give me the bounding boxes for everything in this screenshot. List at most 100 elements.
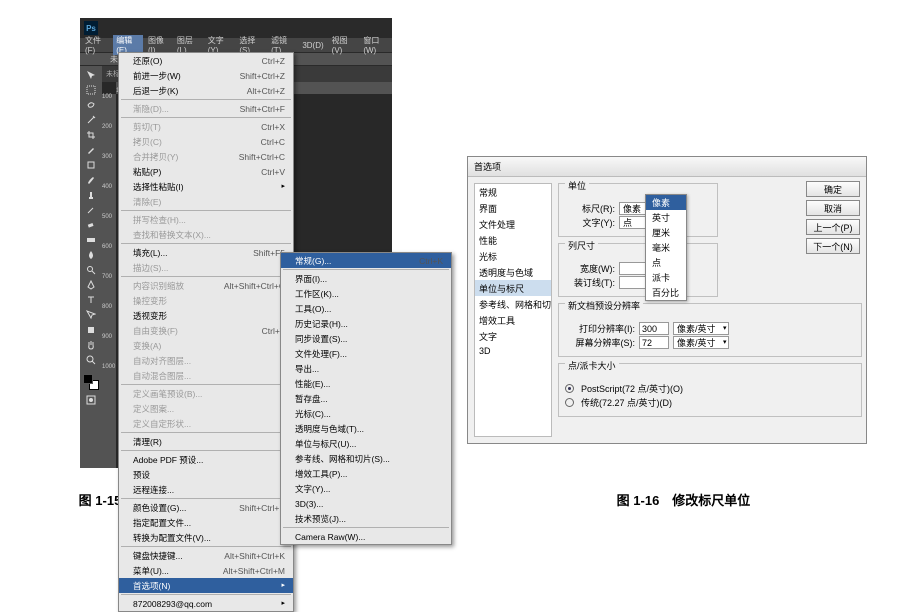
submenu-item[interactable]: 工具(O)... [281,301,451,316]
menu-item[interactable]: 定义图案... [119,401,293,416]
pica-opt-postscript[interactable]: PostScript(72 点/英寸)(O) [565,382,855,395]
menu-item[interactable]: 查找和替换文本(X)... [119,227,293,242]
menu-file[interactable]: 文件(F) [82,35,111,55]
lasso-tool-icon[interactable] [82,98,100,112]
menu-item[interactable]: 清除(E) [119,194,293,209]
pref-side-item[interactable]: 性能 [475,232,551,248]
menu-item[interactable]: 定义自定形状... [119,416,293,431]
marquee-tool-icon[interactable] [82,83,100,97]
brush-tool-icon[interactable] [82,173,100,187]
menu-item[interactable]: 粘贴(P)Ctrl+V [119,164,293,179]
menu-item[interactable]: 自动对齐图层... [119,353,293,368]
menu-item[interactable]: 透视变形 [119,308,293,323]
submenu-item[interactable]: 性能(E)... [281,376,451,391]
menu-item[interactable]: 首选项(N) [119,578,293,593]
pref-side-item[interactable]: 单位与标尺 [475,280,551,296]
pref-side-item[interactable]: 增效工具 [475,312,551,328]
move-tool-icon[interactable] [82,68,100,82]
color-swatch-icon[interactable] [82,372,100,392]
eyedropper-tool-icon[interactable] [82,143,100,157]
unit-option[interactable]: 点 [646,255,686,270]
submenu-item[interactable]: 文件处理(F)... [281,346,451,361]
prev-button[interactable]: 上一个(P) [806,219,860,235]
menu-item[interactable]: 选择性粘贴(I) [119,179,293,194]
menu-item[interactable]: 转换为配置文件(V)... [119,530,293,545]
menu-item[interactable]: 剪切(T)Ctrl+X [119,119,293,134]
pref-side-item[interactable]: 光标 [475,248,551,264]
unit-option[interactable]: 像素 [646,195,686,210]
screen-res-input[interactable]: 72 [639,336,669,349]
menu-item[interactable]: 菜单(U)...Alt+Shift+Ctrl+M [119,563,293,578]
unit-option[interactable]: 毫米 [646,240,686,255]
pref-side-item[interactable]: 常规 [475,184,551,200]
menu-item[interactable]: 前进一步(W)Shift+Ctrl+Z [119,68,293,83]
submenu-item[interactable]: 常规(G)...Ctrl+K [281,253,451,268]
submenu-item[interactable]: 界面(I)... [281,271,451,286]
history-brush-icon[interactable] [82,203,100,217]
menu-item[interactable]: 定义画笔预设(B)... [119,386,293,401]
menu-item[interactable]: 指定配置文件... [119,515,293,530]
menu-view[interactable]: 视图(V) [329,35,359,55]
unit-option[interactable]: 英寸 [646,210,686,225]
menu-item[interactable]: 自由变换(F)Ctrl+T [119,323,293,338]
pref-side-item[interactable]: 透明度与色域 [475,264,551,280]
menu-item[interactable]: 键盘快捷键...Alt+Shift+Ctrl+K [119,548,293,563]
unit-option[interactable]: 派卡 [646,270,686,285]
submenu-item[interactable]: 增效工具(P)... [281,466,451,481]
menu-item[interactable]: 操控变形 [119,293,293,308]
submenu-item[interactable]: 参考线、网格和切片(S)... [281,451,451,466]
submenu-item[interactable]: 暂存盘... [281,391,451,406]
submenu-item[interactable]: 历史记录(H)... [281,316,451,331]
menu-item[interactable]: 远程连接... [119,482,293,497]
menu-item[interactable]: 描边(S)... [119,260,293,275]
submenu-item[interactable]: 导出... [281,361,451,376]
screen-res-unit[interactable]: 像素/英寸 [673,336,729,349]
submenu-item[interactable]: 工作区(K)... [281,286,451,301]
crop-tool-icon[interactable] [82,128,100,142]
menu-item[interactable]: 拼写检查(H)... [119,212,293,227]
unit-option[interactable]: 厘米 [646,225,686,240]
submenu-item[interactable]: 文字(Y)... [281,481,451,496]
submenu-item[interactable]: 透明度与色域(T)... [281,421,451,436]
type-tool-icon[interactable] [82,293,100,307]
eraser-tool-icon[interactable] [82,218,100,232]
wand-tool-icon[interactable] [82,113,100,127]
menu-item[interactable]: 颜色设置(G)...Shift+Ctrl+K [119,500,293,515]
dodge-tool-icon[interactable] [82,263,100,277]
menu-item[interactable]: 合并拷贝(Y)Shift+Ctrl+C [119,149,293,164]
stamp-tool-icon[interactable] [82,188,100,202]
submenu-item[interactable]: 3D(3)... [281,496,451,511]
quickmask-icon[interactable] [82,393,100,407]
menu-item[interactable]: 清理(R) [119,434,293,449]
pref-side-item[interactable]: 文字 [475,328,551,344]
menu-item[interactable]: 渐隐(D)...Shift+Ctrl+F [119,101,293,116]
gradient-tool-icon[interactable] [82,233,100,247]
menu-item[interactable]: 还原(O)Ctrl+Z [119,53,293,68]
ok-button[interactable]: 确定 [806,181,860,197]
submenu-item[interactable]: 单位与标尺(U)... [281,436,451,451]
menu-item[interactable]: 填充(L)...Shift+F5 [119,245,293,260]
hand-tool-icon[interactable] [82,338,100,352]
pica-opt-traditional[interactable]: 传统(72.27 点/英寸)(D) [565,396,855,409]
menu-item[interactable]: 自动混合图层... [119,368,293,383]
zoom-tool-icon[interactable] [82,353,100,367]
unit-option[interactable]: 百分比 [646,285,686,300]
menu-item[interactable]: 内容识别缩放Alt+Shift+Ctrl+C [119,278,293,293]
menu-3d[interactable]: 3D(D) [299,41,326,50]
pref-side-item[interactable]: 文件处理 [475,216,551,232]
cancel-button[interactable]: 取消 [806,200,860,216]
blur-tool-icon[interactable] [82,248,100,262]
submenu-item[interactable]: Camera Raw(W)... [281,529,451,544]
menu-window[interactable]: 窗口(W) [360,35,392,55]
pen-tool-icon[interactable] [82,278,100,292]
menu-item[interactable]: 后退一步(K)Alt+Ctrl+Z [119,83,293,98]
next-button[interactable]: 下一个(N) [806,238,860,254]
heal-tool-icon[interactable] [82,158,100,172]
submenu-item[interactable]: 同步设置(S)... [281,331,451,346]
print-res-input[interactable]: 300 [639,322,669,335]
shape-tool-icon[interactable] [82,323,100,337]
pref-side-item[interactable]: 界面 [475,200,551,216]
path-tool-icon[interactable] [82,308,100,322]
menu-item[interactable]: Adobe PDF 预设... [119,452,293,467]
submenu-item[interactable]: 技术预览(J)... [281,511,451,526]
